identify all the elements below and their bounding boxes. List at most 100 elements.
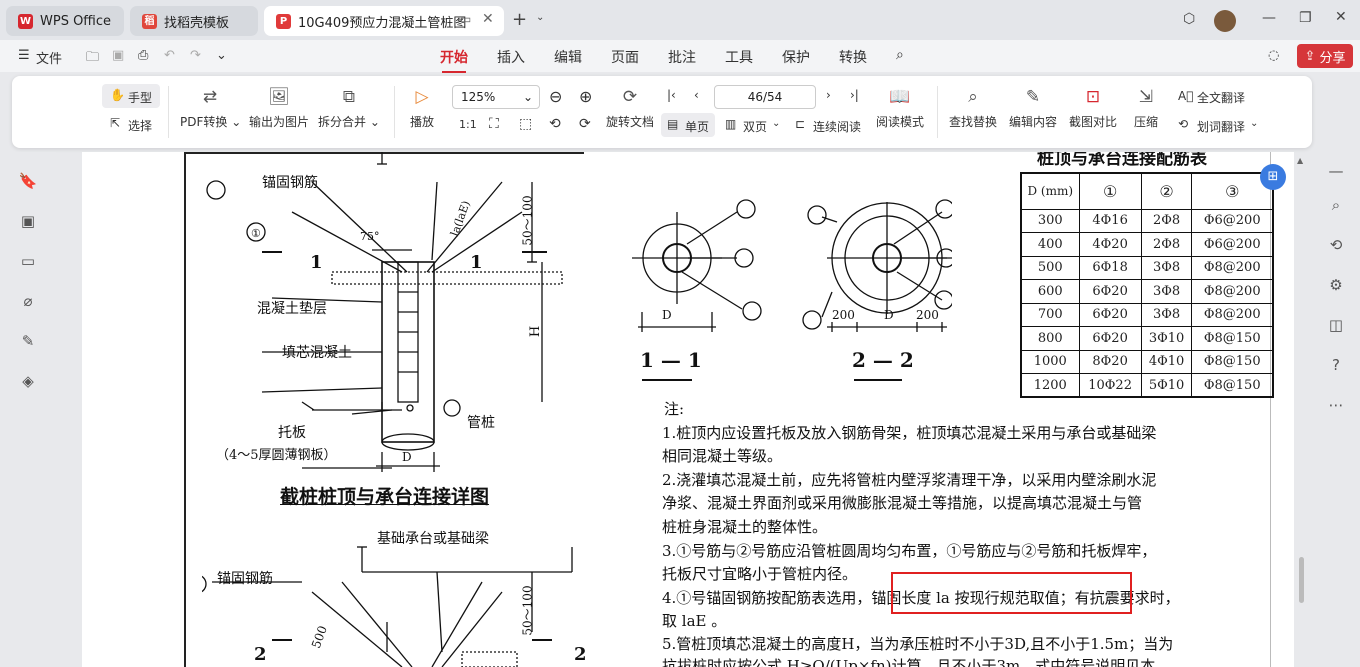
reading-mode-button[interactable]: 📖 阅读模式 xyxy=(874,84,926,130)
close-tab-icon[interactable]: ✕ xyxy=(482,11,494,27)
actual-size-icon[interactable]: 1:1 xyxy=(459,118,477,131)
tab-convert[interactable]: 转换 xyxy=(839,47,867,67)
maximize-icon[interactable]: ❐ xyxy=(1299,10,1312,26)
chevron-down-icon[interactable]: ⌄ xyxy=(772,118,780,129)
scroll-up-icon[interactable]: ▲ xyxy=(1297,156,1303,165)
table-header-cell: ② xyxy=(1140,172,1193,210)
avatar[interactable] xyxy=(1214,10,1236,32)
screenshot-compare-button[interactable]: ⊡ 截图对比 xyxy=(1068,84,1118,130)
vertical-scrollbar[interactable]: ▲ xyxy=(1296,152,1306,667)
tab-tools[interactable]: 工具 xyxy=(725,47,753,67)
translate-side-icon[interactable]: ⟲ xyxy=(1326,236,1346,256)
comment-icon[interactable]: ▭ xyxy=(18,252,38,272)
tab-bar: W WPS Office 稻 找稻壳模板 P 10G409预应力混凝土管桩图集 … xyxy=(0,0,1360,40)
table-title: 桩顶与承台连接配筋表 xyxy=(1037,152,1207,169)
scrollbar-thumb[interactable] xyxy=(1299,557,1304,603)
zoom-value: 125% xyxy=(461,90,496,104)
settings-sliders-icon[interactable]: ⚙ xyxy=(1326,276,1346,296)
prev-page-icon[interactable]: ‹ xyxy=(694,88,699,102)
thumbnail-icon[interactable]: ▣ xyxy=(18,212,38,232)
tab-insert[interactable]: 插入 xyxy=(497,47,525,67)
chevron-down-icon[interactable]: ⌄ xyxy=(536,12,544,23)
tab-document[interactable]: P 10G409预应力混凝土管桩图集 ▭ ✕ xyxy=(264,6,504,36)
translate-all-button[interactable]: 全文翻译 xyxy=(1197,89,1245,106)
read-aloud-icon[interactable]: ◫ xyxy=(1326,316,1346,336)
search-icon[interactable]: ⌕ xyxy=(1326,196,1346,216)
save-icon[interactable]: ▣ xyxy=(112,48,124,63)
share-button[interactable]: ⇪ 分享 xyxy=(1297,44,1353,68)
fit-page-icon[interactable]: ⛶ xyxy=(489,116,499,132)
more-chevron-icon[interactable]: ⌄ xyxy=(216,48,227,63)
tab-edit[interactable]: 编辑 xyxy=(554,47,582,67)
tab-annotate[interactable]: 批注 xyxy=(668,47,696,67)
file-menu[interactable]: 文件 xyxy=(36,48,62,67)
select-tool-button[interactable]: 选择 xyxy=(128,117,152,134)
table-row: 800 6Φ20 3Φ10 Φ8@150 xyxy=(1020,326,1274,351)
open-folder-icon[interactable]: 🗀 xyxy=(86,48,99,70)
table-cell: 10Φ22 xyxy=(1078,373,1142,398)
print-icon[interactable]: ⎙ xyxy=(138,48,148,63)
zoom-select[interactable]: 125% ⌄ xyxy=(452,85,540,109)
tab-label: 10G409预应力混凝土管桩图集 xyxy=(298,15,466,31)
chevron-down-icon[interactable]: ⌄ xyxy=(1250,118,1258,129)
search-icon[interactable]: ⌕ xyxy=(896,47,904,63)
zoom-out-icon[interactable]: ⊖ xyxy=(549,87,562,106)
first-page-icon[interactable]: |‹ xyxy=(667,88,676,102)
attachment-icon[interactable]: ⌀ xyxy=(18,292,38,312)
continuous-read-button[interactable]: 连续阅读 xyxy=(813,118,861,135)
table-cell: 1000 xyxy=(1020,349,1080,374)
rotate-icon[interactable]: ⟲ xyxy=(549,116,561,132)
ai-assistant-button[interactable]: ⊞ xyxy=(1260,164,1286,190)
double-page-button[interactable]: 双页 xyxy=(743,118,767,135)
next-page-icon[interactable]: › xyxy=(826,88,831,102)
last-page-icon[interactable]: ›| xyxy=(850,88,859,102)
ribbon-toolbar: ✋ 手型 ⇱ 选择 ⇄ PDF转换 ⌄ 🖼 输出为图片 ⧉ 拆分合并 ⌄ ▷ 播放 12… xyxy=(12,76,1312,148)
zoom-in-icon[interactable]: ⊕ xyxy=(579,87,592,106)
table-cell: 800 xyxy=(1020,326,1080,351)
divider xyxy=(394,86,395,138)
more-icon[interactable]: ⋯ xyxy=(1326,396,1346,416)
window-icon[interactable]: ▭ xyxy=(460,12,471,26)
tab-wps-office[interactable]: W WPS Office xyxy=(6,6,124,36)
table-cell: 3Φ8 xyxy=(1140,279,1193,304)
compress-button[interactable]: ⇲ 压缩 xyxy=(1128,84,1164,130)
export-image-button[interactable]: 🖼 输出为图片 xyxy=(248,84,310,130)
undo-icon[interactable]: ↶ xyxy=(164,48,175,63)
label: 截图对比 xyxy=(1068,115,1117,129)
edit-content-button[interactable]: ✎ 编辑内容 xyxy=(1008,84,1058,130)
bookmark-icon[interactable]: 🔖 xyxy=(18,172,38,192)
menu-icon[interactable]: ☰ xyxy=(18,48,30,63)
section-1-1: 1 — 1 xyxy=(640,348,702,372)
label-section-two-left: 2 xyxy=(254,644,267,665)
fit-width-icon[interactable]: ⬚ xyxy=(519,116,532,132)
help-icon[interactable]: ? xyxy=(1326,356,1346,376)
close-window-icon[interactable]: ✕ xyxy=(1335,9,1347,25)
hand-label: 手型 xyxy=(128,91,153,105)
label: 查找替换 xyxy=(948,115,997,129)
signature-icon[interactable]: ✎ xyxy=(18,332,38,352)
collapse-icon[interactable]: — xyxy=(1326,162,1346,182)
find-replace-button[interactable]: ⌕ 查找替换 xyxy=(948,84,998,130)
new-tab-icon[interactable]: + xyxy=(512,9,527,30)
minimize-icon[interactable]: — xyxy=(1262,10,1276,26)
tab-page[interactable]: 页面 xyxy=(611,47,639,67)
redo-icon[interactable]: ↷ xyxy=(190,48,201,63)
play-button[interactable]: ▷ 播放 xyxy=(404,84,440,130)
rotate-document-button[interactable]: ⟳ 旋转文档 xyxy=(606,84,654,130)
layers-icon[interactable]: ◈ xyxy=(18,372,38,392)
note-line: 净浆、混凝土界面剂或采用微膨胀混凝土等措施，以提高填芯混凝土与管 xyxy=(662,494,1143,512)
pdf-convert-button[interactable]: ⇄ PDF转换 ⌄ xyxy=(180,84,241,130)
screenshot-icon: ⊡ xyxy=(1085,87,1101,107)
split-merge-button[interactable]: ⧉ 拆分合并 ⌄ xyxy=(318,84,380,130)
tab-protect[interactable]: 保护 xyxy=(782,47,810,67)
cube-icon[interactable]: ⬡ xyxy=(1183,11,1195,27)
tab-template[interactable]: 稻 找稻壳模板 xyxy=(130,6,258,36)
translate-word-button[interactable]: 划词翻译 xyxy=(1197,118,1245,135)
tab-start[interactable]: 开始 xyxy=(440,47,468,73)
dim-D-section2: D xyxy=(884,308,894,322)
page-number-input[interactable]: 46/54 xyxy=(714,85,816,109)
chat-icon[interactable]: ◌ xyxy=(1268,48,1279,63)
book-icon: 📖 xyxy=(889,87,911,107)
crop-icon[interactable]: ⟳ xyxy=(579,116,591,132)
label-marker-1: ① xyxy=(251,227,261,240)
